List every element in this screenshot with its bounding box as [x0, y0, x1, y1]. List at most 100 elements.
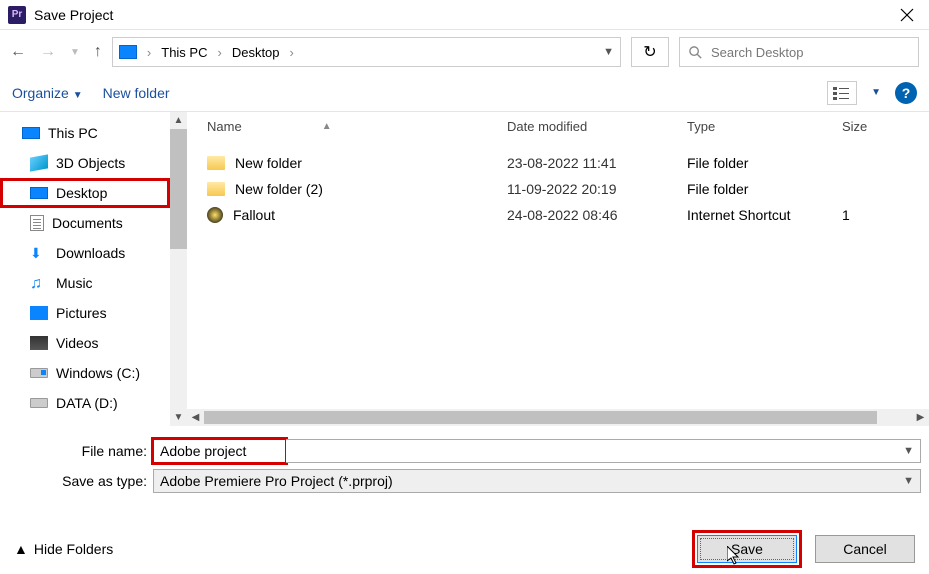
tree-windows-c[interactable]: Windows (C:): [0, 358, 170, 388]
folder-icon: [207, 182, 225, 196]
video-icon: [30, 336, 48, 350]
save-button[interactable]: Save: [697, 535, 797, 563]
column-type[interactable]: Type: [687, 119, 842, 134]
scroll-thumb[interactable]: [204, 411, 877, 424]
search-icon: [688, 45, 703, 60]
recent-dropdown[interactable]: ▼: [70, 47, 80, 58]
tree-documents[interactable]: Documents: [0, 208, 170, 238]
tree-downloads[interactable]: ⬇ Downloads: [0, 238, 170, 268]
view-icon: [833, 86, 851, 100]
column-name[interactable]: Name ▲: [187, 119, 507, 134]
scroll-track[interactable]: [204, 409, 912, 426]
up-button[interactable]: ↑: [94, 43, 102, 61]
view-options-button[interactable]: [827, 81, 857, 105]
new-folder-button[interactable]: New folder: [103, 85, 170, 101]
saveastype-combo[interactable]: Adobe Premiere Pro Project (*.prproj) ▼: [153, 469, 921, 493]
cube-icon: [30, 154, 48, 171]
tree-data-d[interactable]: DATA (D:): [0, 388, 170, 418]
folder-tree[interactable]: This PC 3D Objects Desktop Documents ⬇ Do…: [0, 112, 170, 426]
search-input[interactable]: Search Desktop: [679, 37, 919, 67]
tree-scrollbar[interactable]: ▲ ▼: [170, 112, 187, 426]
tree-label: Videos: [56, 335, 99, 351]
view-dropdown[interactable]: ▼: [871, 87, 881, 98]
chevron-right-icon: ›: [286, 45, 298, 60]
form-area: File name: Adobe project ▼ Save as type:…: [0, 426, 929, 496]
file-list: Name ▲ Date modified Type Size New folder…: [187, 112, 929, 426]
scroll-up-icon[interactable]: ▲: [170, 112, 187, 129]
cancel-button[interactable]: Cancel: [815, 535, 915, 563]
app-icon: Pr: [8, 6, 26, 24]
download-icon: ⬇: [30, 245, 48, 261]
refresh-button[interactable]: ↻: [631, 37, 669, 67]
tree-label: Documents: [52, 215, 123, 231]
window-title: Save Project: [34, 7, 113, 23]
hide-folders-button[interactable]: ▲ Hide Folders: [14, 541, 113, 557]
filename-input-extend[interactable]: ▼: [286, 439, 921, 463]
sort-icon: ▲: [322, 121, 332, 132]
file-name: Fallout: [233, 207, 275, 223]
scroll-right-icon[interactable]: ▶: [912, 412, 929, 423]
help-button[interactable]: ?: [895, 82, 917, 104]
column-size[interactable]: Size: [842, 119, 929, 134]
search-placeholder: Search Desktop: [711, 45, 804, 60]
file-row[interactable]: New folder23-08-2022 11:41File folder: [187, 150, 929, 176]
main-area: This PC 3D Objects Desktop Documents ⬇ Do…: [0, 112, 929, 426]
cancel-label: Cancel: [843, 541, 887, 557]
scroll-thumb[interactable]: [170, 129, 187, 249]
tree-label: 3D Objects: [56, 155, 125, 171]
scroll-left-icon[interactable]: ◀: [187, 412, 204, 423]
column-headers: Name ▲ Date modified Type Size: [187, 112, 929, 140]
saveastype-label: Save as type:: [8, 473, 153, 489]
tree-this-pc[interactable]: This PC: [0, 118, 170, 148]
address-dropdown[interactable]: ▼: [603, 46, 614, 58]
back-button[interactable]: ←: [10, 43, 26, 61]
file-size: 1: [842, 207, 929, 223]
file-date: 11-09-2022 20:19: [507, 181, 687, 197]
tree-desktop[interactable]: Desktop: [0, 178, 170, 208]
filename-value: Adobe project: [160, 443, 246, 459]
bottom-bar: ▲ Hide Folders Save Cancel: [0, 524, 929, 574]
chevron-down-icon[interactable]: ▼: [903, 475, 914, 487]
column-date[interactable]: Date modified: [507, 119, 687, 134]
close-icon: [900, 8, 914, 22]
file-type: Internet Shortcut: [687, 207, 842, 223]
tree-label: This PC: [48, 125, 98, 141]
disk-icon: [30, 368, 48, 378]
nav-arrows: ← → ▼ ↑: [10, 43, 102, 61]
breadcrumb-thispc[interactable]: This PC: [161, 45, 207, 60]
column-label: Name: [207, 119, 242, 134]
tree-label: Music: [56, 275, 93, 291]
breadcrumb-desktop[interactable]: Desktop: [232, 45, 280, 60]
forward-button[interactable]: →: [40, 43, 56, 61]
chevron-down-icon[interactable]: ▼: [903, 445, 914, 457]
file-rows: New folder23-08-2022 11:41File folderNew…: [187, 140, 929, 409]
save-label: Save: [731, 541, 763, 557]
tree-label: Pictures: [56, 305, 107, 321]
titlebar: Pr Save Project: [0, 0, 929, 30]
this-pc-icon: [119, 45, 137, 59]
file-row[interactable]: New folder (2)11-09-2022 20:19File folde…: [187, 176, 929, 202]
address-bar[interactable]: › This PC › Desktop › ▼: [112, 37, 621, 67]
organize-button[interactable]: Organize ▼: [12, 85, 83, 101]
document-icon: [30, 215, 44, 231]
refresh-icon: ↻: [643, 42, 656, 62]
close-button[interactable]: [893, 1, 921, 29]
tree-music[interactable]: ♫Music: [0, 268, 170, 298]
tree-videos[interactable]: Videos: [0, 328, 170, 358]
folder-icon: [207, 156, 225, 170]
horizontal-scrollbar[interactable]: ◀ ▶: [187, 409, 929, 426]
tree-3d-objects[interactable]: 3D Objects: [0, 148, 170, 178]
tree-pictures[interactable]: Pictures: [0, 298, 170, 328]
nav-row: ← → ▼ ↑ › This PC › Desktop › ▼ ↻ Search…: [0, 30, 929, 74]
filename-label: File name:: [8, 443, 153, 459]
monitor-icon: [30, 187, 48, 199]
filename-input[interactable]: Adobe project: [153, 439, 286, 463]
disk-icon: [30, 398, 48, 408]
monitor-icon: [22, 127, 40, 139]
filename-row: File name: Adobe project ▼: [8, 436, 921, 466]
file-type: File folder: [687, 181, 842, 197]
tree-label: Downloads: [56, 245, 125, 261]
scroll-down-icon[interactable]: ▼: [170, 409, 187, 426]
file-row[interactable]: Fallout24-08-2022 08:46Internet Shortcut…: [187, 202, 929, 228]
toolbar: Organize ▼ New folder ▼ ?: [0, 74, 929, 112]
